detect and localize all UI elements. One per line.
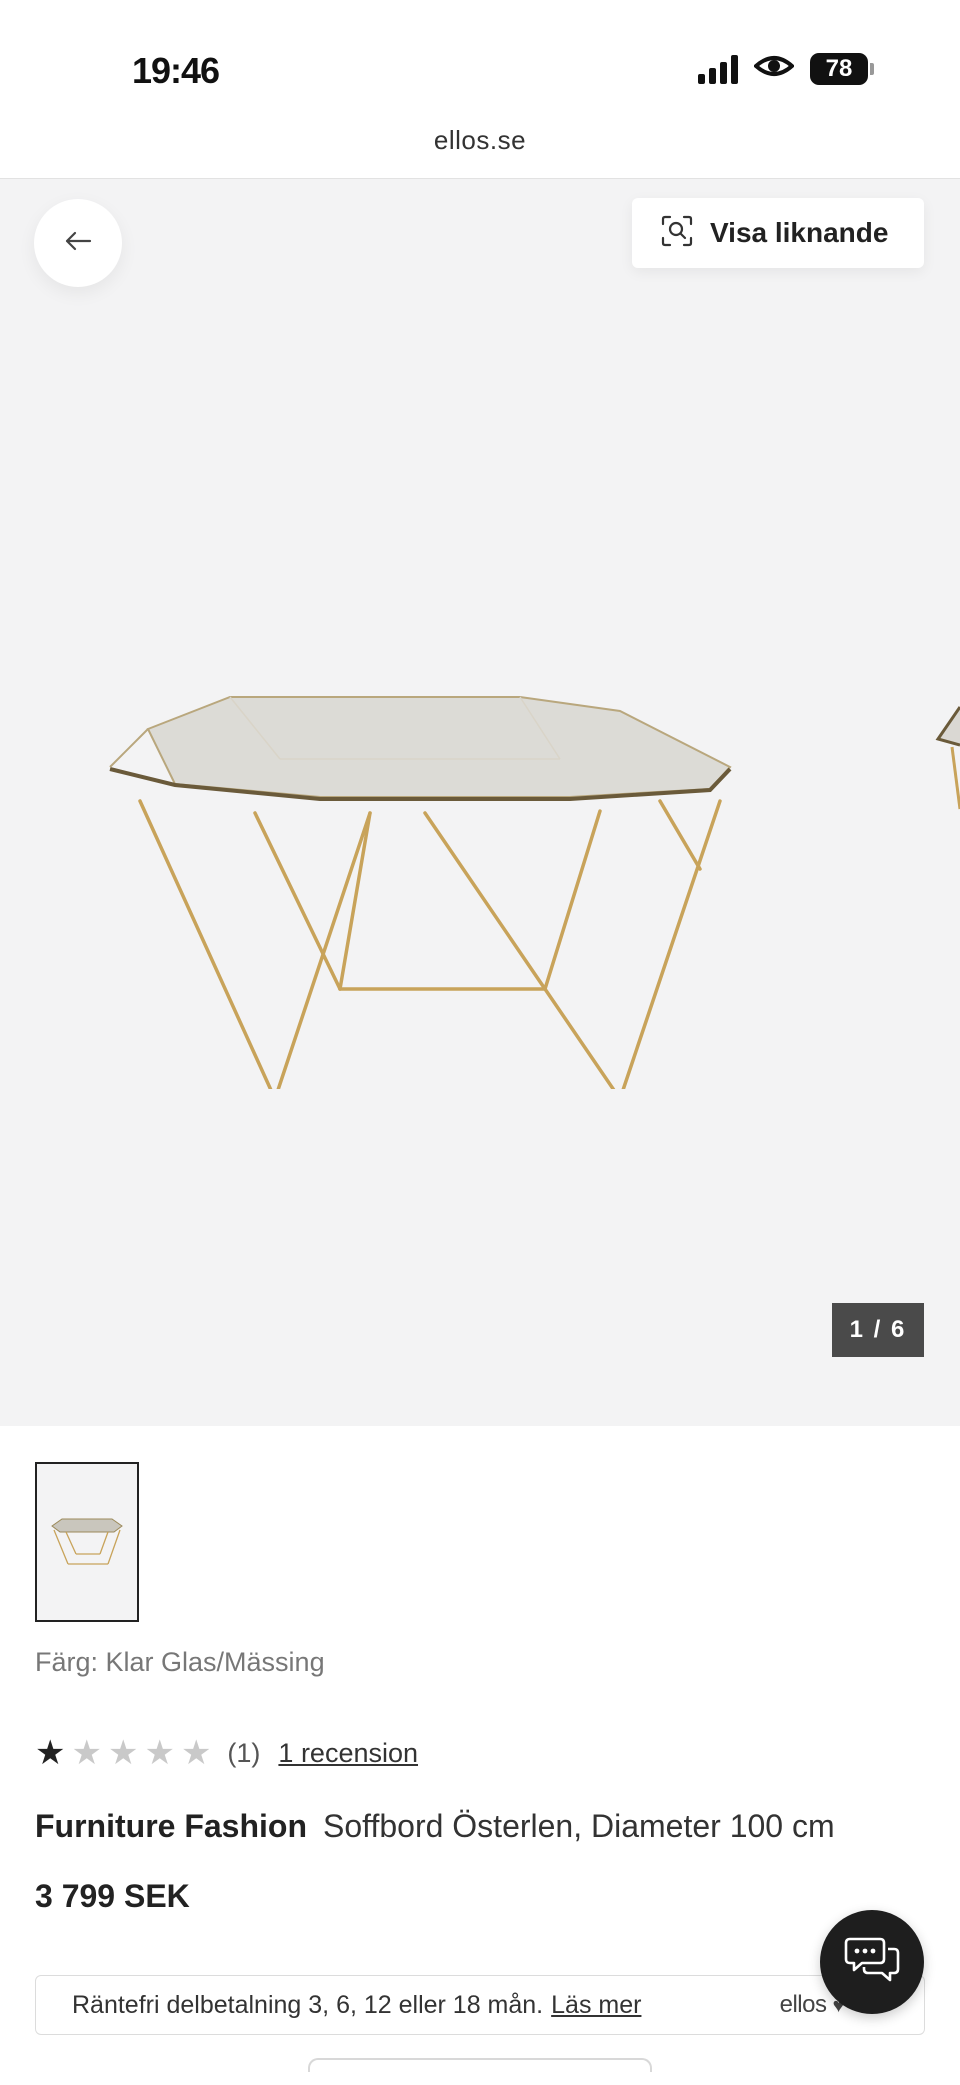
cellular-signal-icon xyxy=(698,54,738,84)
status-time: 19:46 xyxy=(132,50,220,91)
visual-search-icon xyxy=(660,214,694,253)
star-rating: ★ ★ ★ ★ ★ xyxy=(35,1736,211,1770)
show-similar-label: Visa liknande xyxy=(710,217,889,248)
star-empty-icon: ★ xyxy=(144,1734,175,1772)
status-icons: 78 xyxy=(698,52,874,86)
show-similar-button[interactable]: Visa liknande xyxy=(632,198,924,268)
url-bar[interactable]: ellos.se xyxy=(0,125,960,156)
product-image xyxy=(100,689,740,1101)
color-label: Färg: Klar Glas/Mässing xyxy=(35,1647,325,1677)
home-indicator xyxy=(308,2058,652,2072)
chat-bubbles-icon xyxy=(844,1935,900,1990)
financing-brand-name: ellos xyxy=(779,1991,827,2018)
financing-banner: Räntefri delbetalning 3, 6, 12 eller 18 … xyxy=(35,1975,925,2035)
eye-icon xyxy=(752,52,796,86)
arrow-left-icon xyxy=(64,231,92,256)
star-empty-icon: ★ xyxy=(107,1734,139,1772)
next-image-preview xyxy=(930,699,960,824)
read-more-link[interactable]: Läs mer xyxy=(551,1991,641,2020)
star-empty-icon: ★ xyxy=(180,1734,212,1772)
star-filled-icon: ★ xyxy=(35,1734,66,1772)
reviews-link[interactable]: 1 recension xyxy=(278,1738,418,1769)
product-brand[interactable]: Furniture Fashion xyxy=(35,1808,307,1844)
thumbnail-1[interactable] xyxy=(35,1462,139,1622)
battery-tip xyxy=(870,63,874,75)
product-name: Soffbord Österlen, Diameter 100 cm xyxy=(323,1808,835,1844)
image-counter: 1 / 6 xyxy=(832,1303,924,1357)
financing-text: Räntefri delbetalning 3, 6, 12 eller 18 … xyxy=(72,1990,544,2019)
back-button[interactable] xyxy=(34,199,122,287)
product-title: Furniture Fashion Soffbord Österlen, Diam… xyxy=(35,1808,835,1845)
star-empty-icon: ★ xyxy=(71,1734,102,1772)
status-bar: 19:46 78 xyxy=(0,0,960,120)
battery-indicator: 78 xyxy=(810,53,874,85)
product-price: 3 799 SEK xyxy=(35,1878,190,1914)
chat-button[interactable] xyxy=(820,1910,924,2014)
rating-count: (1) xyxy=(227,1737,261,1768)
rating-row: ★ ★ ★ ★ ★ (1) 1 recension xyxy=(35,1736,418,1770)
battery-level: 78 xyxy=(810,53,868,85)
product-image-gallery[interactable]: Visa liknande 1 / 6 xyxy=(0,179,960,1426)
